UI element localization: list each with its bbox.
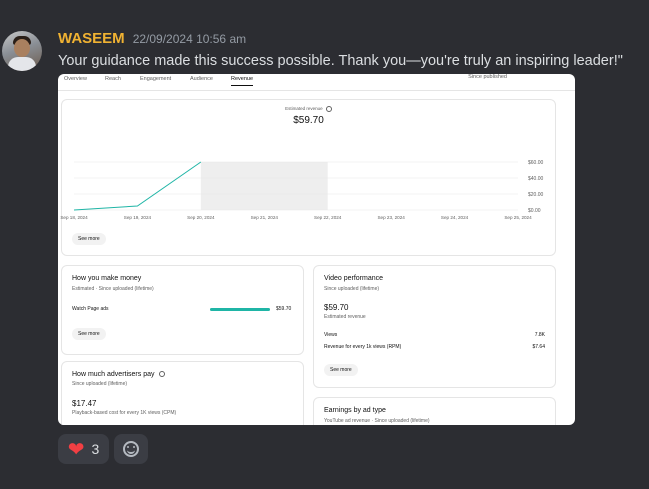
tab-engagement: Engagement — [140, 76, 172, 82]
reaction-count: 3 — [91, 441, 100, 457]
avatar[interactable] — [2, 31, 42, 71]
see-more-button[interactable]: See more — [72, 233, 106, 245]
tab-reach: Reach — [105, 76, 121, 82]
add-reaction-button[interactable] — [114, 434, 148, 464]
card-title: Earnings by ad type — [324, 407, 386, 414]
x-tick-label: Sep 25, 2024 — [504, 215, 532, 220]
period-selector: Since published — [468, 74, 507, 80]
video-performance-card: Video performance Since uploaded (lifeti… — [313, 265, 556, 388]
x-tick-label: Sep 18, 2024 — [60, 215, 88, 220]
rpm-label: Revenue for every 1k views (RPM) — [324, 344, 402, 350]
card-title: How much advertisers pay — [72, 371, 155, 378]
heart-reaction-button[interactable]: ❤ 3 — [58, 434, 109, 464]
tab-revenue: Revenue — [231, 76, 254, 86]
revenue-value: $59.70 — [293, 115, 324, 126]
views-label: Views — [324, 332, 338, 338]
heart-icon: ❤ — [67, 437, 85, 461]
message-timestamp: 22/09/2024 10:56 am — [132, 32, 247, 46]
cpm-label: Playback-based cost for every 1K views (… — [72, 410, 177, 416]
earnings-by-ad-type-card: Earnings by ad type YouTube ad revenue ·… — [313, 397, 556, 425]
watch-page-ads-value: $59.70 — [276, 306, 292, 312]
card-subtitle: Estimated · Since uploaded (lifetime) — [72, 286, 154, 292]
x-tick-label: Sep 21, 2024 — [251, 215, 279, 220]
card-subtitle: Since uploaded (lifetime) — [324, 286, 380, 292]
revenue-label: Estimated revenue — [285, 106, 323, 112]
see-more-button[interactable]: See more — [324, 364, 358, 376]
views-value: 7.8K — [534, 332, 545, 338]
revenue-chart-card: Estimated revenue $59.70 $60.00 $40.00 $20… — [60, 99, 556, 256]
watch-page-ads-label: Watch Page ads — [72, 306, 109, 312]
card-title: How you make money — [72, 275, 142, 282]
revenue-line-chart: $60.00 $40.00 $20.00 $0.00 Sep 18, 2024 Sep 1… — [60, 160, 544, 220]
video-revenue-label: Estimated revenue — [324, 314, 366, 320]
cpm-value: $17.47 — [72, 399, 97, 408]
x-tick-label: Sep 23, 2024 — [377, 215, 405, 220]
x-tick-label: Sep 20, 2024 — [187, 215, 215, 220]
reactions-bar: ❤ 3 — [58, 434, 148, 464]
video-revenue-value: $59.70 — [324, 303, 349, 312]
tab-overview: Overview — [64, 76, 87, 82]
y-tick-label: $20.00 — [528, 192, 544, 198]
y-tick-label: $40.00 — [528, 176, 544, 182]
how-you-make-money-card: How you make money Estimated · Since upl… — [61, 265, 304, 355]
y-tick-label: $60.00 — [528, 160, 544, 166]
author-name[interactable]: WASEEM — [58, 30, 125, 47]
tab-audience: Audience — [190, 76, 213, 82]
attached-screenshot[interactable]: Overview Reach Engagement Audience Reven… — [58, 74, 575, 425]
shaded-region — [200, 162, 328, 210]
card-subtitle: YouTube ad revenue · Since uploaded (lif… — [324, 418, 430, 424]
watch-page-ads-bar — [210, 308, 270, 311]
x-tick-label: Sep 22, 2024 — [314, 215, 342, 220]
analytics-tabs: Overview Reach Engagement Audience Reven… — [58, 74, 575, 91]
rpm-value: $7.64 — [532, 344, 545, 350]
card-title: Video performance — [324, 275, 384, 282]
x-tick-label: Sep 19, 2024 — [124, 215, 152, 220]
watch-page-ads-bar-fill — [210, 308, 270, 311]
card-subtitle: Since uploaded (lifetime) — [72, 381, 128, 387]
x-tick-label: Sep 24, 2024 — [441, 215, 469, 220]
y-tick-label: $0.00 — [528, 208, 541, 214]
message-text: Your guidance made this success possible… — [58, 53, 623, 69]
revenue-series-line — [73, 161, 202, 211]
see-more-button[interactable]: See more — [72, 328, 106, 340]
advertisers-pay-card: How much advertisers pay Since uploaded … — [61, 361, 304, 425]
add-emoji-icon — [123, 441, 139, 457]
message-header: WASEEM 22/09/2024 10:56 am — [58, 30, 246, 50]
info-icon — [325, 106, 332, 112]
info-icon — [159, 371, 166, 378]
